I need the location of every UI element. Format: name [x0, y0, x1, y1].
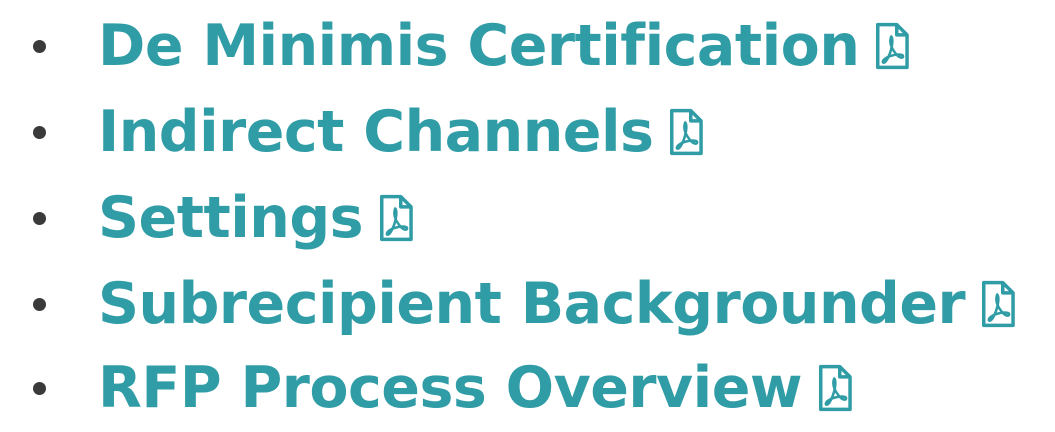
- pdf-file-icon: [819, 364, 852, 412]
- document-link-settings[interactable]: Settings: [98, 176, 415, 260]
- pdf-file-icon: [380, 194, 413, 242]
- document-link-subrecipient-backgrounder[interactable]: Subrecipient Backgrounder: [98, 262, 1017, 346]
- document-link-label: Settings: [98, 185, 364, 251]
- pdf-file-icon: [876, 22, 910, 70]
- document-link-de-minimis-certification[interactable]: De Minimis Certification: [98, 4, 911, 88]
- document-link-label: Indirect Channels: [98, 99, 654, 165]
- pdf-file-icon: [670, 108, 704, 156]
- document-link-label: De Minimis Certification: [98, 13, 860, 79]
- document-link-indirect-channels[interactable]: Indirect Channels: [98, 90, 705, 174]
- pdf-file-icon: [982, 280, 1015, 328]
- document-link-label: RFP Process Overview: [98, 355, 803, 421]
- bullet-icon: [33, 298, 46, 311]
- bullet-icon: [33, 382, 46, 395]
- bullet-icon: [33, 212, 46, 225]
- bullet-icon: [33, 40, 46, 53]
- document-link-rfp-process-overview[interactable]: RFP Process Overview: [98, 346, 854, 430]
- document-link-label: Subrecipient Backgrounder: [98, 271, 966, 337]
- bullet-icon: [33, 126, 46, 139]
